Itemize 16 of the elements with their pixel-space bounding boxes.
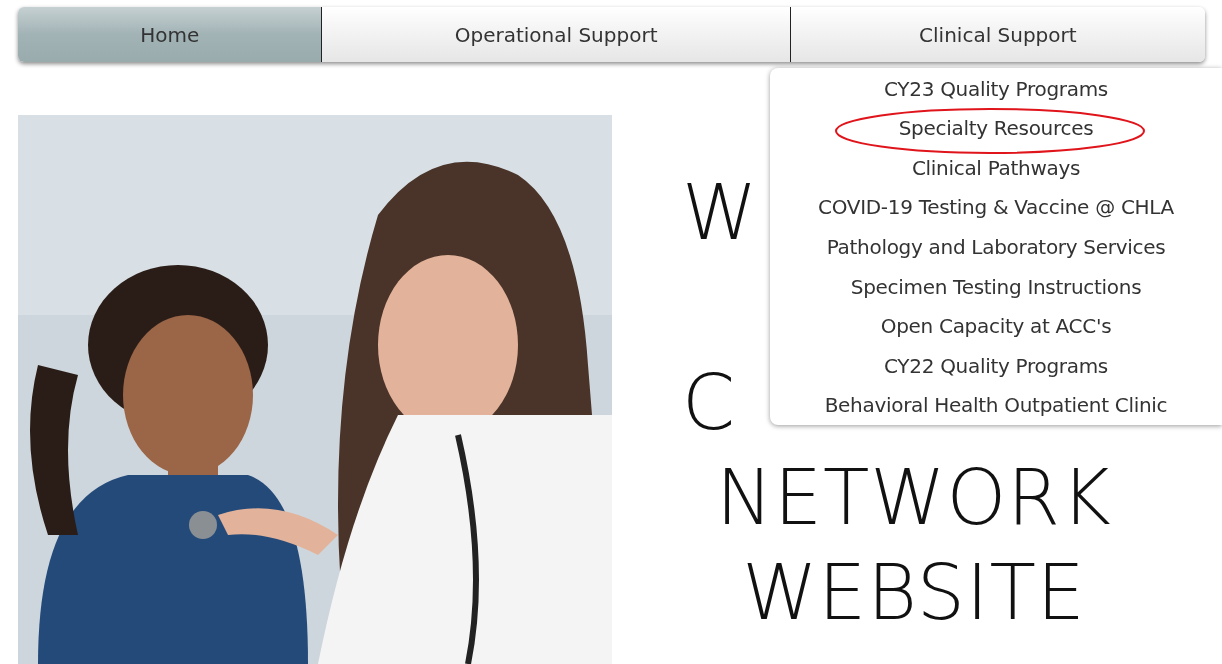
menu-item[interactable]: CY22 Quality Programs [770,345,1222,386]
heading-line: WEBSITE [741,547,1087,639]
menu-item[interactable]: Specimen Testing Instructions [770,266,1222,307]
nav-tab[interactable]: Home [18,7,322,62]
nav-tab[interactable]: Operational Support [321,7,790,62]
menu-item[interactable]: Open Capacity at ACC's [770,306,1222,346]
menu-item[interactable]: CY23 Quality Programs [770,69,1222,109]
menu-item[interactable]: Clinical Pathways [770,148,1222,188]
nav-tab[interactable]: Clinical Support [789,7,1205,62]
menu-item[interactable]: COVID-19 Testing & Vaccine @ CHLA [770,187,1222,228]
menu-item[interactable]: Specialty Resources [770,108,1222,149]
heading-line: NETWORK [715,452,1113,544]
menu-item[interactable]: Behavioral Health Outpatient Clinic [770,385,1222,426]
heading-line: C [682,357,737,449]
menu-item[interactable]: Pathology and Laboratory Services [770,227,1222,267]
heading-line: W [682,167,759,259]
